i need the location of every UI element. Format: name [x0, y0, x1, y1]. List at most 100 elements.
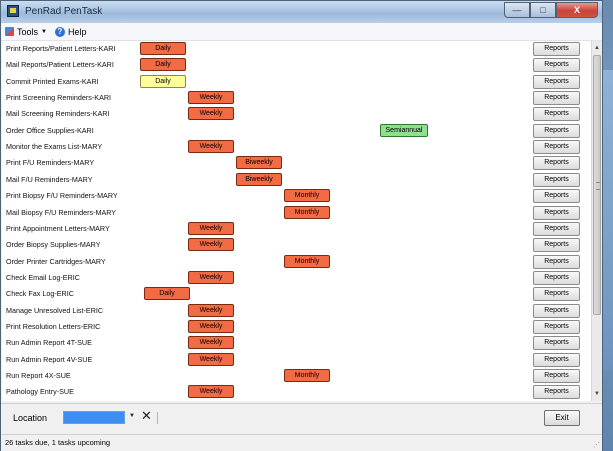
reports-button[interactable]: Reports — [533, 369, 580, 383]
clear-location-icon[interactable]: ✕ — [141, 409, 152, 423]
reports-button[interactable]: Reports — [533, 123, 580, 138]
task-row[interactable]: Check Email Log-ERIC Weekly Reports — [2, 270, 591, 286]
task-label: Print Appointment Letters-MARY — [6, 223, 110, 233]
reports-button[interactable]: Reports — [533, 238, 580, 253]
task-label: Mail Reports/Patient Letters-KARI — [6, 60, 114, 70]
task-row[interactable]: Mail Screening Reminders-KARI Weekly Repor… — [2, 106, 591, 122]
task-row[interactable]: Order Biopsy Supplies-MARY Weekly Reports — [2, 237, 591, 253]
task-row[interactable]: Mail Reports/Patient Letters-KARI Daily Re… — [2, 57, 591, 73]
task-label: Order Office Supplies-KARI — [6, 125, 94, 135]
task-row[interactable]: Monitor the Exams List-MARY Weekly Reports — [2, 139, 591, 155]
frequency-badge[interactable]: Monthly — [284, 205, 330, 219]
location-separator — [157, 412, 158, 424]
task-row[interactable]: Print Screening Reminders-KARI Weekly Repo… — [2, 90, 591, 106]
frequency-badge[interactable]: Weekly — [188, 221, 234, 235]
frequency-badge[interactable]: Weekly — [188, 385, 234, 399]
reports-button[interactable]: Reports — [533, 287, 580, 302]
task-label: Print Reports/Patient Letters-KARI — [6, 44, 116, 53]
frequency-badge[interactable]: Monthly — [284, 189, 330, 203]
reports-button[interactable]: Reports — [533, 74, 580, 89]
task-row[interactable]: Mail Biopsy F/U Reminders-MARY Monthly Rep… — [2, 205, 591, 221]
status-text: 26 tasks due, 1 tasks upcoming — [5, 438, 111, 447]
scroll-thumb[interactable] — [593, 55, 601, 315]
task-label: Run Report 4X-SUE — [6, 371, 71, 380]
task-row[interactable]: Run Report 4X-SUE Monthly Reports — [2, 368, 591, 384]
task-row[interactable]: Print Reports/Patient Letters-KARI Daily R… — [2, 41, 591, 57]
frequency-badge[interactable]: Weekly — [188, 107, 234, 121]
frequency-badge[interactable]: Monthly — [284, 369, 330, 382]
frequency-badge[interactable]: Weekly — [188, 319, 234, 333]
task-label: Check Fax Log-ERIC — [6, 289, 74, 299]
scroll-up-icon[interactable]: ▲ — [592, 43, 602, 53]
reports-button[interactable]: Reports — [533, 189, 580, 204]
reports-button[interactable]: Reports — [533, 140, 580, 155]
frequency-badge[interactable]: Monthly — [284, 254, 330, 268]
frequency-badge[interactable]: Biweekly — [236, 172, 282, 186]
frequency-badge[interactable]: Weekly — [188, 91, 234, 105]
task-row[interactable]: Order Printer Cartridges-MARY Monthly Repo… — [2, 254, 591, 270]
task-label: Mail F/U Reminders-MARY — [6, 174, 93, 184]
frequency-badge[interactable]: Semiannual — [380, 123, 428, 137]
reports-button[interactable]: Reports — [533, 352, 580, 367]
frequency-badge[interactable]: Daily — [140, 74, 186, 88]
task-label: Order Biopsy Supplies-MARY — [6, 240, 101, 250]
task-row[interactable]: Commit Printed Exams-KARI Daily Reports — [2, 74, 591, 90]
task-row[interactable]: Print Resolution Letters-ERIC Weekly Repor… — [2, 319, 591, 335]
menu-help-label: Help — [67, 26, 87, 37]
menu-tools[interactable]: Tools ▼ — [1, 24, 51, 39]
menu-help[interactable]: ? Help — [51, 24, 91, 39]
location-dropdown-icon[interactable]: ▼ — [129, 413, 135, 419]
frequency-badge[interactable]: Biweekly — [236, 156, 282, 170]
app-icon — [7, 5, 19, 17]
reports-button[interactable]: Reports — [533, 205, 580, 220]
reports-button[interactable]: Reports — [533, 319, 580, 334]
frequency-badge[interactable]: Weekly — [188, 336, 234, 350]
task-label: Print F/U Reminders-MARY — [6, 158, 95, 168]
frequency-badge[interactable]: Weekly — [188, 270, 234, 284]
task-row[interactable]: Order Office Supplies-KARI Semiannual Repo… — [2, 123, 591, 139]
task-row[interactable]: Check Fax Log-ERIC Daily Reports — [2, 286, 591, 302]
task-label: Print Screening Reminders-KARI — [6, 93, 112, 103]
resize-grip-icon[interactable]: ⋰ — [593, 441, 600, 449]
exit-button[interactable]: Exit — [544, 410, 580, 426]
task-row[interactable]: Print F/U Reminders-MARY Biweekly Reports — [2, 155, 591, 171]
reports-button[interactable]: Reports — [533, 385, 580, 400]
task-list-scrollbar[interactable]: ▲ ▼ — [591, 41, 602, 401]
task-row[interactable]: Run Admin Report 4V-SUE Weekly Reports — [2, 352, 591, 368]
reports-button[interactable]: Reports — [533, 107, 580, 122]
frequency-badge[interactable]: Daily — [140, 42, 186, 55]
close-button[interactable]: X — [556, 2, 598, 18]
task-row[interactable]: Manage Unresolved List-ERIC Weekly Reports — [2, 303, 591, 319]
location-select[interactable] — [63, 411, 125, 424]
task-row[interactable]: Run Admin Report 4T-SUE Weekly Reports — [2, 335, 591, 351]
reports-button[interactable]: Reports — [533, 58, 580, 73]
task-row[interactable]: Print Biopsy F/U Reminders-MARY Monthly Re… — [2, 188, 591, 204]
reports-button[interactable]: Reports — [533, 254, 580, 269]
task-label: Pathology Entry-SUE — [6, 387, 74, 397]
menu-tools-label: Tools — [17, 26, 39, 37]
reports-button[interactable]: Reports — [533, 156, 580, 171]
reports-button[interactable]: Reports — [533, 172, 580, 187]
frequency-badge[interactable]: Daily — [140, 58, 186, 72]
reports-button[interactable]: Reports — [533, 42, 580, 56]
frequency-badge[interactable]: Daily — [144, 287, 190, 301]
maximize-button[interactable]: □ — [530, 2, 556, 18]
title-bar[interactable]: PenRad PenTask — □ X — [1, 1, 602, 23]
scroll-down-icon[interactable]: ▼ — [592, 389, 602, 399]
task-label: Order Printer Cartridges-MARY — [6, 256, 106, 266]
task-row[interactable]: Print Appointment Letters-MARY Weekly Repo… — [2, 221, 591, 237]
reports-button[interactable]: Reports — [533, 270, 580, 285]
task-row[interactable]: Mail F/U Reminders-MARY Biweekly Reports — [2, 172, 591, 188]
reports-button[interactable]: Reports — [533, 91, 580, 106]
bottom-panel: Location ▼ ✕ Exit — [1, 403, 602, 434]
frequency-badge[interactable]: Weekly — [188, 303, 234, 317]
reports-button[interactable]: Reports — [533, 303, 580, 318]
frequency-badge[interactable]: Weekly — [188, 140, 234, 154]
pentask-window: PenRad PenTask — □ X Tools ▼ ? Help Prin… — [0, 0, 603, 451]
minimize-button[interactable]: — — [504, 2, 530, 18]
frequency-badge[interactable]: Weekly — [188, 352, 234, 366]
frequency-badge[interactable]: Weekly — [188, 238, 234, 252]
task-row[interactable]: Pathology Entry-SUE Weekly Reports — [2, 384, 591, 400]
reports-button[interactable]: Reports — [533, 336, 580, 351]
reports-button[interactable]: Reports — [533, 221, 580, 236]
